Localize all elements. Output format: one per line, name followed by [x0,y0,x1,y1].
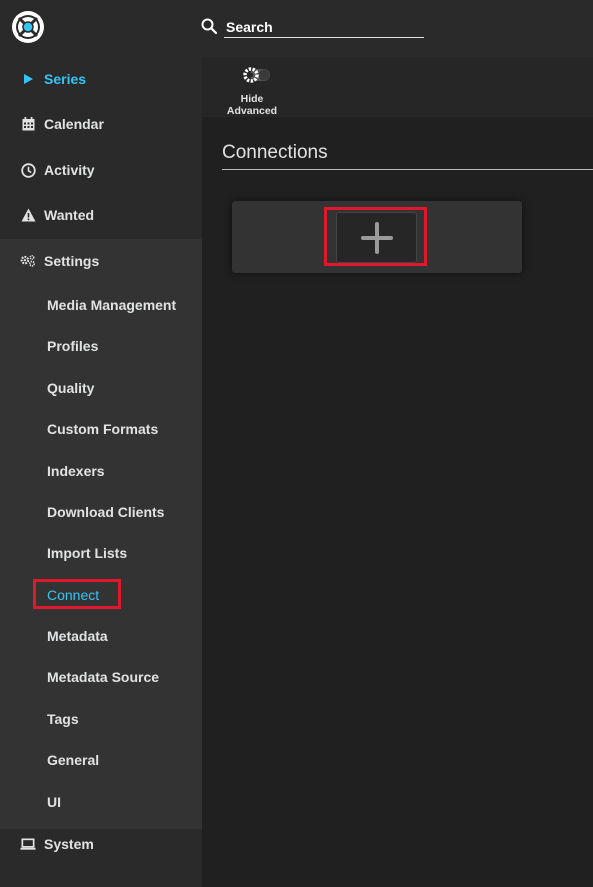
sidebar: Series Calendar Activity Wanted Settings… [0,57,202,887]
connect-highlight-box [33,579,121,609]
settings-subitem-media-management[interactable]: Media Management [47,297,176,313]
settings-section [0,239,202,829]
advanced-toggle-label: Hide Advanced [226,93,278,117]
title-divider [222,169,593,170]
sidebar-item-label: Series [44,71,87,87]
settings-subitem-download-clients[interactable]: Download Clients [47,504,164,520]
search-input[interactable] [224,16,424,38]
sidebar-item-label: Activity [44,162,95,178]
advanced-settings-toggle[interactable]: Hide Advanced [222,63,282,117]
sidebar-item-settings[interactable]: Settings [0,239,202,283]
sonarr-logo[interactable] [11,10,45,44]
sidebar-item-label: Wanted [44,207,95,223]
clock-icon [20,162,36,178]
warning-icon [20,207,36,223]
laptop-icon [20,836,36,852]
settings-subitem-ui[interactable]: UI [47,794,61,810]
gear-toggle-icon [243,67,270,83]
calendar-icon [20,116,36,132]
settings-subitem-tags[interactable]: Tags [47,711,79,727]
sidebar-item-activity[interactable]: Activity [0,148,202,192]
search-bar [200,16,424,40]
settings-subitem-import-lists[interactable]: Import Lists [47,545,127,561]
play-icon [20,71,36,87]
settings-subitem-general[interactable]: General [47,752,99,768]
settings-subitem-indexers[interactable]: Indexers [47,463,105,479]
add-button-highlight-box [324,207,427,266]
settings-subitem-metadata[interactable]: Metadata [47,628,108,644]
sidebar-item-calendar[interactable]: Calendar [0,102,202,146]
sidebar-item-label: Calendar [44,116,104,132]
header [0,0,593,57]
sidebar-item-label: System [44,836,94,852]
sidebar-item-label: Settings [44,253,100,269]
page-title: Connections [222,142,328,163]
gears-icon [20,253,36,269]
sidebar-item-system[interactable]: System [0,822,202,866]
settings-subitem-metadata-source[interactable]: Metadata Source [47,669,159,685]
settings-subitem-quality[interactable]: Quality [47,380,94,396]
settings-subitem-profiles[interactable]: Profiles [47,338,98,354]
page-toolbar: Hide Advanced [202,57,593,117]
search-icon [201,18,217,34]
sidebar-item-series[interactable]: Series [0,57,202,101]
sidebar-item-wanted[interactable]: Wanted [0,193,202,237]
settings-subitem-custom-formats[interactable]: Custom Formats [47,421,158,437]
